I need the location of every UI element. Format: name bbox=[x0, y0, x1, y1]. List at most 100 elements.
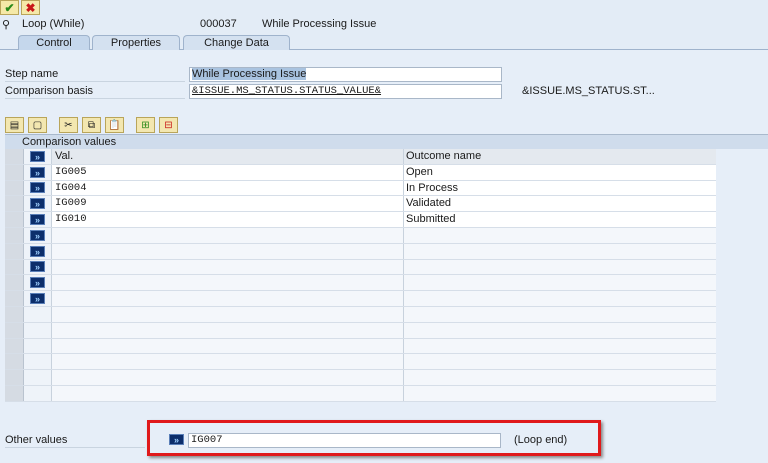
row-icon-cell[interactable]: » bbox=[24, 196, 52, 212]
select-all-button[interactable]: ▢ bbox=[28, 117, 47, 133]
val-cell[interactable] bbox=[52, 338, 404, 354]
val-cell[interactable] bbox=[52, 322, 404, 338]
val-cell[interactable] bbox=[52, 385, 404, 401]
table-row[interactable]: » IG009 Validated bbox=[5, 196, 716, 213]
outcome-cell[interactable] bbox=[404, 370, 716, 385]
outcome-cell[interactable] bbox=[404, 385, 716, 401]
val-cell[interactable] bbox=[52, 227, 404, 243]
paste-button[interactable]: 📋 bbox=[105, 117, 124, 133]
row-selector[interactable] bbox=[5, 370, 24, 385]
row-selector[interactable] bbox=[5, 275, 24, 291]
val-cell[interactable]: IG009 bbox=[52, 196, 404, 212]
row-icon-cell[interactable]: » bbox=[24, 291, 52, 306]
row-icon-cell[interactable]: » bbox=[24, 243, 52, 259]
loop-icon: ⚲ bbox=[2, 19, 11, 31]
outcome-cell[interactable]: Validated bbox=[404, 196, 716, 212]
confirm-button[interactable]: ✔ bbox=[0, 0, 19, 15]
value-icon: » bbox=[30, 166, 45, 178]
val-cell[interactable]: IG004 bbox=[52, 180, 404, 196]
column-header-val[interactable]: Val. bbox=[52, 149, 404, 164]
other-values-label: Other values bbox=[5, 433, 145, 448]
outcome-cell[interactable] bbox=[404, 275, 716, 291]
row-icon-cell[interactable] bbox=[24, 306, 52, 322]
tab-control[interactable]: Control bbox=[18, 35, 90, 50]
tab-properties[interactable]: Properties bbox=[92, 35, 180, 50]
table-row[interactable] bbox=[5, 338, 716, 355]
row-selector[interactable] bbox=[5, 385, 24, 401]
row-icon-cell[interactable] bbox=[24, 370, 52, 385]
row-selector[interactable] bbox=[5, 306, 24, 322]
select-all-cell[interactable] bbox=[5, 149, 24, 164]
row-icon-cell[interactable]: » bbox=[24, 275, 52, 291]
value-icon: » bbox=[30, 245, 45, 257]
outcome-cell[interactable]: Submitted bbox=[404, 212, 716, 227]
check-icon: ✔ bbox=[4, 0, 15, 15]
row-selector[interactable] bbox=[5, 212, 24, 227]
row-icon-cell[interactable] bbox=[24, 354, 52, 370]
row-selector[interactable] bbox=[5, 338, 24, 354]
row-selector[interactable] bbox=[5, 259, 24, 275]
other-values-desc: (Loop end) bbox=[514, 434, 568, 446]
table-row[interactable]: » bbox=[5, 275, 716, 292]
table-row[interactable]: » bbox=[5, 243, 716, 260]
val-cell[interactable] bbox=[52, 370, 404, 385]
table-row[interactable]: » IG010 Submitted bbox=[5, 212, 716, 228]
row-selector[interactable] bbox=[5, 354, 24, 370]
insert-row-button[interactable]: ⊞ bbox=[136, 117, 155, 133]
other-values-input[interactable]: IG007 bbox=[188, 433, 501, 448]
val-cell[interactable] bbox=[52, 243, 404, 259]
row-selector[interactable] bbox=[5, 180, 24, 196]
val-cell[interactable] bbox=[52, 354, 404, 370]
val-cell[interactable]: IG005 bbox=[52, 164, 404, 180]
val-cell[interactable]: IG010 bbox=[52, 212, 404, 227]
outcome-cell[interactable]: In Process bbox=[404, 180, 716, 196]
row-icon-cell[interactable]: » bbox=[24, 259, 52, 275]
table-row[interactable] bbox=[5, 322, 716, 339]
row-icon-cell[interactable]: » bbox=[24, 164, 52, 180]
outcome-cell[interactable] bbox=[404, 338, 716, 354]
step-name-input[interactable]: While Processing Issue bbox=[189, 67, 502, 82]
table-row[interactable]: » IG004 In Process bbox=[5, 180, 716, 197]
row-selector[interactable] bbox=[5, 164, 24, 180]
cancel-button[interactable]: ✖ bbox=[21, 0, 40, 15]
val-cell[interactable] bbox=[52, 291, 404, 306]
value-help-button[interactable]: » bbox=[169, 434, 184, 445]
row-selector[interactable] bbox=[5, 322, 24, 338]
row-icon-cell[interactable] bbox=[24, 322, 52, 338]
table-row[interactable] bbox=[5, 385, 716, 402]
details-button[interactable]: ▤ bbox=[5, 117, 24, 133]
table-row[interactable] bbox=[5, 306, 716, 323]
column-header-outcome[interactable]: Outcome name bbox=[404, 149, 716, 164]
outcome-cell[interactable] bbox=[404, 291, 716, 306]
val-cell[interactable] bbox=[52, 259, 404, 275]
table-row[interactable]: » bbox=[5, 259, 716, 276]
outcome-cell[interactable] bbox=[404, 243, 716, 259]
row-selector[interactable] bbox=[5, 196, 24, 212]
tab-change-data[interactable]: Change Data bbox=[183, 35, 290, 50]
row-selector[interactable] bbox=[5, 291, 24, 306]
table-row[interactable]: » bbox=[5, 291, 716, 307]
table-row[interactable] bbox=[5, 370, 716, 386]
table-row[interactable]: » IG005 Open bbox=[5, 164, 716, 181]
outcome-cell[interactable] bbox=[404, 322, 716, 338]
table-row[interactable] bbox=[5, 354, 716, 371]
row-icon-cell[interactable]: » bbox=[24, 227, 52, 243]
outcome-cell[interactable] bbox=[404, 354, 716, 370]
row-icon-cell[interactable] bbox=[24, 385, 52, 401]
outcome-cell[interactable]: Open bbox=[404, 164, 716, 180]
row-icon-cell[interactable] bbox=[24, 338, 52, 354]
delete-row-button[interactable]: ⊟ bbox=[159, 117, 178, 133]
row-selector[interactable] bbox=[5, 227, 24, 243]
row-icon-cell[interactable]: » bbox=[24, 212, 52, 227]
copy-button[interactable]: ⧉ bbox=[82, 117, 101, 133]
comparison-basis-input[interactable]: &ISSUE.MS_STATUS.STATUS_VALUE& bbox=[189, 84, 502, 99]
val-cell[interactable] bbox=[52, 306, 404, 322]
row-selector[interactable] bbox=[5, 243, 24, 259]
row-icon-cell[interactable]: » bbox=[24, 180, 52, 196]
outcome-cell[interactable] bbox=[404, 306, 716, 322]
outcome-cell[interactable] bbox=[404, 227, 716, 243]
outcome-cell[interactable] bbox=[404, 259, 716, 275]
cut-button[interactable]: ✂ bbox=[59, 117, 78, 133]
val-cell[interactable] bbox=[52, 275, 404, 291]
table-row[interactable]: » bbox=[5, 227, 716, 244]
